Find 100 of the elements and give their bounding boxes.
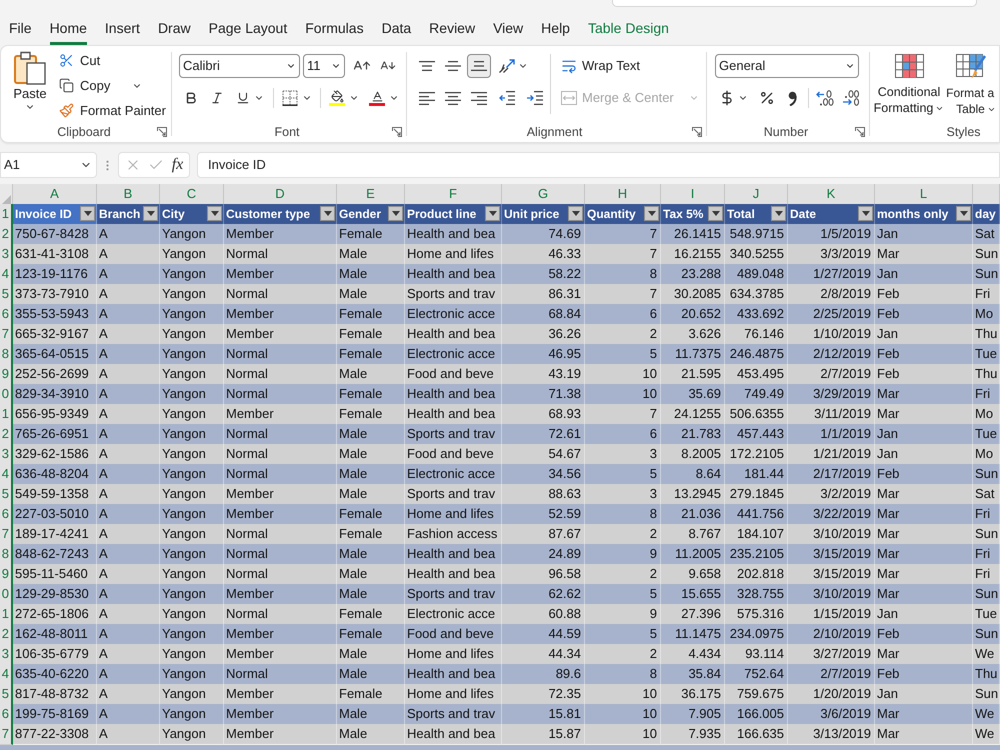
row-header[interactable]: 7 (0, 324, 13, 344)
column-header[interactable]: L (875, 184, 973, 206)
table-cell: Mar (875, 544, 973, 564)
table-cell: 96.58 (502, 564, 585, 584)
ribbon-tab[interactable]: Data (382, 16, 412, 45)
ribbon-tab[interactable]: Page Layout (208, 16, 288, 45)
filter-button[interactable] (956, 206, 971, 222)
row-header[interactable]: 2 (0, 424, 13, 444)
insert-function-button[interactable]: fx (172, 156, 184, 174)
column-header[interactable]: G (502, 184, 585, 206)
ribbon-tab[interactable]: Insert (104, 16, 140, 45)
format-painter-button[interactable]: Format Painter (57, 98, 168, 123)
search-field[interactable] (612, 0, 977, 7)
filter-button[interactable] (568, 206, 583, 222)
row-header[interactable]: 5 (0, 484, 13, 504)
ribbon-tab[interactable]: View (493, 16, 524, 45)
filter-button[interactable] (708, 206, 723, 222)
cut-button[interactable]: Cut (57, 48, 168, 73)
row-header[interactable]: 5 (0, 684, 13, 704)
ribbon-tab[interactable]: Table Design (588, 16, 669, 45)
row-header[interactable]: 0 (0, 384, 13, 404)
table-cell: A (97, 444, 160, 464)
filter-button[interactable] (644, 206, 659, 222)
filter-button[interactable] (388, 206, 403, 222)
row-header[interactable]: 3 (0, 444, 13, 464)
column-header[interactable]: J (725, 184, 788, 206)
number-format-dropdown[interactable]: General (715, 54, 859, 78)
table-cell: 3/15/2019 (788, 564, 875, 584)
row-header[interactable]: 1 (0, 404, 13, 424)
column-header[interactable]: K (788, 184, 875, 206)
table-cell: Member (224, 684, 337, 704)
format-as-table-button[interactable]: Format a Table (946, 54, 996, 120)
row-header[interactable]: 2 (0, 224, 13, 244)
row-header[interactable]: 6 (0, 504, 13, 524)
bottom-align-button[interactable] (467, 54, 491, 78)
table-cell: 665-32-9167 (13, 324, 97, 344)
table-cell: Electronic acce (405, 344, 502, 364)
row-header[interactable]: 4 (0, 464, 13, 484)
table-cell: Mar (875, 644, 973, 664)
formula-input[interactable]: Invoice ID (197, 152, 1000, 178)
row-header[interactable]: 4 (0, 264, 13, 284)
table-cell: 635-40-6220 (13, 664, 97, 684)
dialog-launcher-icon[interactable] (157, 127, 168, 137)
row-header[interactable]: 2 (0, 624, 13, 644)
filter-button[interactable] (320, 206, 335, 222)
row-header[interactable]: 0 (0, 584, 13, 604)
column-header[interactable]: E (337, 184, 405, 206)
table-cell: 46.95 (502, 344, 585, 364)
table-cell: Fri (973, 384, 1000, 404)
row-header[interactable]: 9 (0, 364, 13, 384)
row-header[interactable]: 1 (0, 204, 13, 224)
column-header[interactable]: F (405, 184, 502, 206)
row-header[interactable]: 7 (0, 724, 13, 744)
row-header[interactable]: 8 (0, 544, 13, 564)
table-cell: Yangon (160, 404, 224, 424)
font-name-dropdown[interactable]: Calibri (179, 54, 300, 78)
column-header[interactable]: B (97, 184, 160, 206)
filter-button[interactable] (485, 206, 500, 222)
font-size-dropdown[interactable]: 11 (303, 54, 345, 78)
ribbon-tab[interactable]: Help (541, 16, 570, 45)
ribbon-tab[interactable]: Formulas (305, 16, 364, 45)
table-cell: Feb (875, 624, 973, 644)
row-header[interactable]: 9 (0, 564, 13, 584)
row-header[interactable]: 6 (0, 304, 13, 324)
dialog-launcher-icon[interactable] (855, 127, 865, 137)
copy-button[interactable]: Copy (57, 73, 168, 98)
column-header[interactable] (973, 184, 1000, 206)
table-cell: Member (224, 584, 337, 604)
ribbon-tab[interactable]: Review (429, 16, 476, 45)
filter-button[interactable] (143, 206, 158, 222)
name-box[interactable]: A1 (0, 152, 97, 178)
paste-button[interactable]: Paste (7, 51, 53, 117)
row-header[interactable]: 7 (0, 524, 13, 544)
column-header[interactable]: A (13, 184, 97, 206)
dialog-launcher-icon[interactable] (692, 127, 702, 137)
dialog-launcher-icon[interactable] (392, 127, 402, 137)
column-header[interactable]: C (160, 184, 224, 206)
table-cell: 227-03-5010 (13, 504, 97, 524)
table-cell: A (97, 424, 160, 444)
filter-button[interactable] (771, 206, 786, 222)
row-header[interactable]: 8 (0, 344, 13, 364)
ribbon-tab[interactable]: File (9, 16, 32, 45)
row-header[interactable]: 3 (0, 244, 13, 264)
column-header[interactable]: H (585, 184, 661, 206)
filter-button[interactable] (207, 206, 222, 222)
row-header[interactable]: 6 (0, 704, 13, 724)
column-header[interactable]: I (661, 184, 725, 206)
table-cell: 355-53-5943 (13, 304, 97, 324)
column-header[interactable]: D (224, 184, 337, 206)
table-cell: A (97, 504, 160, 524)
row-header[interactable]: 3 (0, 644, 13, 664)
table-cell: 2/12/2019 (788, 344, 875, 364)
wrap-text-button[interactable]: Wrap Text (560, 54, 700, 78)
conditional-formatting-button[interactable]: Conditional Formatting (874, 54, 944, 120)
filter-button[interactable] (858, 206, 873, 222)
row-header[interactable]: 5 (0, 284, 13, 304)
row-header[interactable]: 1 (0, 604, 13, 624)
row-header[interactable]: 4 (0, 664, 13, 684)
ribbon-tab[interactable]: Draw (158, 16, 191, 45)
filter-button[interactable] (80, 206, 95, 222)
